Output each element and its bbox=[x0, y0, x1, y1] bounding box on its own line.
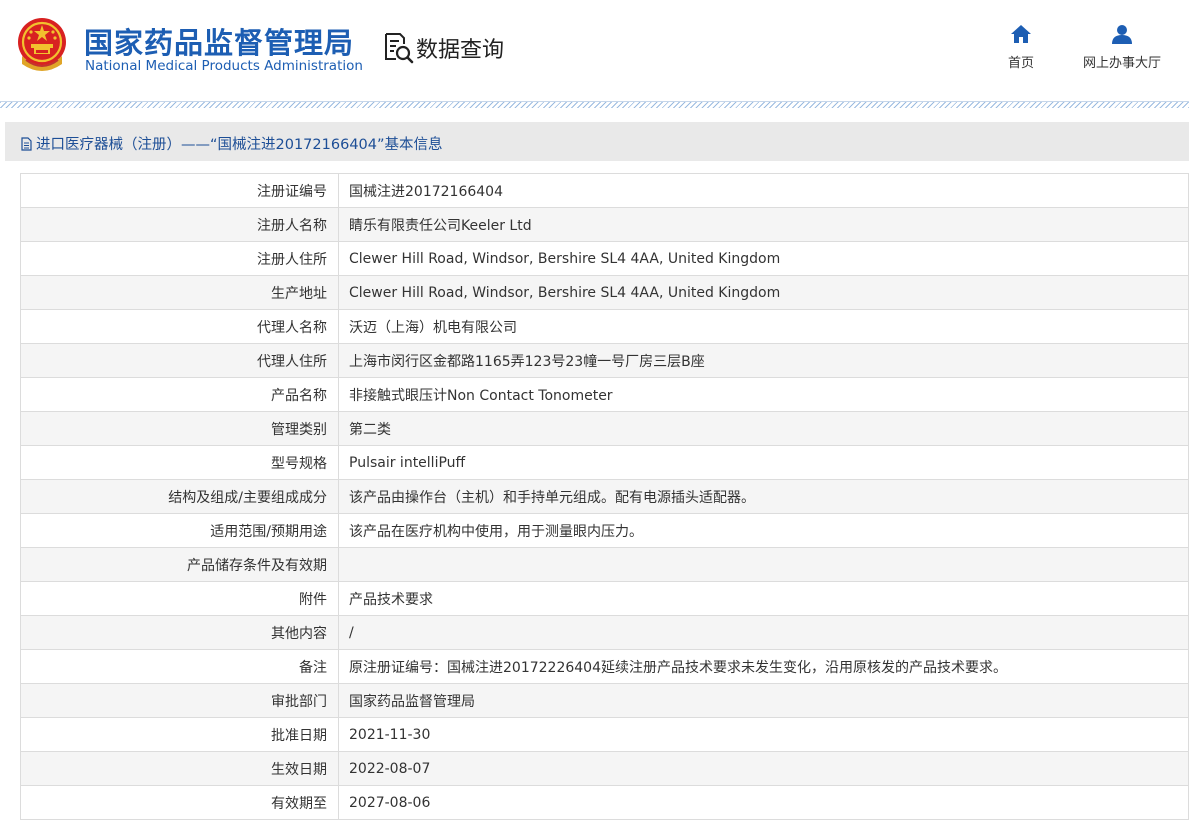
table-row: 注册人名称 睛乐有限责任公司Keeler Ltd bbox=[20, 207, 1189, 242]
field-label: 注册人住所 bbox=[20, 241, 339, 276]
site-header: 国家药品监督管理局 National Medical Products Admi… bbox=[0, 0, 1189, 104]
home-icon bbox=[1011, 25, 1031, 43]
registration-info-table: 注册证编号 国械注进20172166404 注册人名称 睛乐有限责任公司Keeler … bbox=[20, 173, 1189, 820]
table-row: 备注 原注册证编号：国械注进20172226404延续注册产品技术要求未发生变化，… bbox=[20, 649, 1189, 684]
section-header: 进口医疗器械（注册）——“国械注进20172166404”基本信息 bbox=[5, 122, 1189, 161]
field-value: Pulsair intelliPuff bbox=[338, 445, 1189, 480]
field-label: 注册人名称 bbox=[20, 207, 339, 242]
field-value: 睛乐有限责任公司Keeler Ltd bbox=[338, 207, 1189, 242]
nav-home-label: 首页 bbox=[1007, 56, 1034, 71]
table-row: 产品名称 非接触式眼压计Non Contact Tonometer bbox=[20, 377, 1189, 412]
field-label: 生产地址 bbox=[20, 275, 339, 310]
field-value: Clewer Hill Road, Windsor, Bershire SL4 … bbox=[338, 241, 1189, 276]
field-value: 国械注进20172166404 bbox=[338, 173, 1189, 208]
field-label: 型号规格 bbox=[20, 445, 339, 480]
field-label: 备注 bbox=[20, 649, 339, 684]
table-row: 附件 产品技术要求 bbox=[20, 581, 1189, 616]
brand-name-cn[interactable]: 国家药品监督管理局 bbox=[84, 20, 354, 62]
field-label: 产品储存条件及有效期 bbox=[20, 547, 339, 582]
table-row: 代理人住所 上海市闵行区金都路1165弄123号23幢一号厂房三层B座 bbox=[20, 343, 1189, 378]
field-value: 该产品在医疗机构中使用，用于测量眼内压力。 bbox=[338, 513, 1189, 548]
header-divider bbox=[0, 101, 1189, 108]
table-row: 管理类别 第二类 bbox=[20, 411, 1189, 446]
field-value: 国家药品监督管理局 bbox=[338, 683, 1189, 718]
document-search-icon bbox=[385, 33, 414, 64]
section-title-text: 进口医疗器械（注册）——“国械注进20172166404”基本信息 bbox=[36, 137, 443, 153]
data-query-label: 数据查询 bbox=[416, 38, 505, 63]
field-label: 产品名称 bbox=[20, 377, 339, 412]
nav-online-service-hall-label: 网上办事大厅 bbox=[1082, 56, 1161, 71]
field-label: 代理人名称 bbox=[20, 309, 339, 344]
field-label: 审批部门 bbox=[20, 683, 339, 718]
table-row: 有效期至 2027-08-06 bbox=[20, 785, 1189, 820]
nav-home[interactable]: 首页 bbox=[1000, 24, 1042, 71]
table-row: 生产地址 Clewer Hill Road, Windsor, Bershire … bbox=[20, 275, 1189, 310]
field-value: 2021-11-30 bbox=[338, 717, 1189, 752]
table-row: 适用范围/预期用途 该产品在医疗机构中使用，用于测量眼内压力。 bbox=[20, 513, 1189, 548]
field-label: 附件 bbox=[20, 581, 339, 616]
field-value: 该产品由操作台（主机）和手持单元组成。配有电源插头适配器。 bbox=[338, 479, 1189, 514]
field-label: 代理人住所 bbox=[20, 343, 339, 378]
field-value: 2022-08-07 bbox=[338, 751, 1189, 786]
section-title: 进口医疗器械（注册）——“国械注进20172166404”基本信息 bbox=[21, 133, 443, 154]
table-row: 型号规格 Pulsair intelliPuff bbox=[20, 445, 1189, 480]
brand-name-en[interactable]: National Medical Products Administration bbox=[85, 58, 363, 74]
table-row: 产品储存条件及有效期 bbox=[20, 547, 1189, 582]
field-value: Clewer Hill Road, Windsor, Bershire SL4 … bbox=[338, 275, 1189, 310]
field-label: 管理类别 bbox=[20, 411, 339, 446]
field-label: 结构及组成/主要组成成分 bbox=[20, 479, 339, 514]
national-emblem-icon[interactable] bbox=[16, 16, 68, 72]
table-row: 审批部门 国家药品监督管理局 bbox=[20, 683, 1189, 718]
table-row: 代理人名称 沃迈（上海）机电有限公司 bbox=[20, 309, 1189, 344]
field-value: 非接触式眼压计Non Contact Tonometer bbox=[338, 377, 1189, 412]
document-icon bbox=[21, 136, 32, 151]
nav-online-service-hall[interactable]: 网上办事大厅 bbox=[1070, 24, 1174, 71]
field-label: 有效期至 bbox=[20, 785, 339, 820]
table-row: 注册人住所 Clewer Hill Road, Windsor, Bershire… bbox=[20, 241, 1189, 276]
data-query-title[interactable]: 数据查询 bbox=[382, 30, 504, 66]
field-value: 产品技术要求 bbox=[338, 581, 1189, 616]
field-label: 其他内容 bbox=[20, 615, 339, 650]
field-value bbox=[338, 547, 1189, 582]
field-label: 批准日期 bbox=[20, 717, 339, 752]
field-label: 适用范围/预期用途 bbox=[20, 513, 339, 548]
table-row: 生效日期 2022-08-07 bbox=[20, 751, 1189, 786]
user-icon bbox=[1112, 25, 1132, 44]
field-label: 生效日期 bbox=[20, 751, 339, 786]
table-row: 注册证编号 国械注进20172166404 bbox=[20, 173, 1189, 208]
field-value: 上海市闵行区金都路1165弄123号23幢一号厂房三层B座 bbox=[338, 343, 1189, 378]
field-value: / bbox=[338, 615, 1189, 650]
table-row: 其他内容 / bbox=[20, 615, 1189, 650]
table-row: 批准日期 2021-11-30 bbox=[20, 717, 1189, 752]
table-row: 结构及组成/主要组成成分 该产品由操作台（主机）和手持单元组成。配有电源插头适配器… bbox=[20, 479, 1189, 514]
field-value: 第二类 bbox=[338, 411, 1189, 446]
field-label: 注册证编号 bbox=[20, 173, 339, 208]
field-value: 原注册证编号：国械注进20172226404延续注册产品技术要求未发生变化，沿用… bbox=[338, 649, 1189, 684]
field-value: 沃迈（上海）机电有限公司 bbox=[338, 309, 1189, 344]
field-value: 2027-08-06 bbox=[338, 785, 1189, 820]
